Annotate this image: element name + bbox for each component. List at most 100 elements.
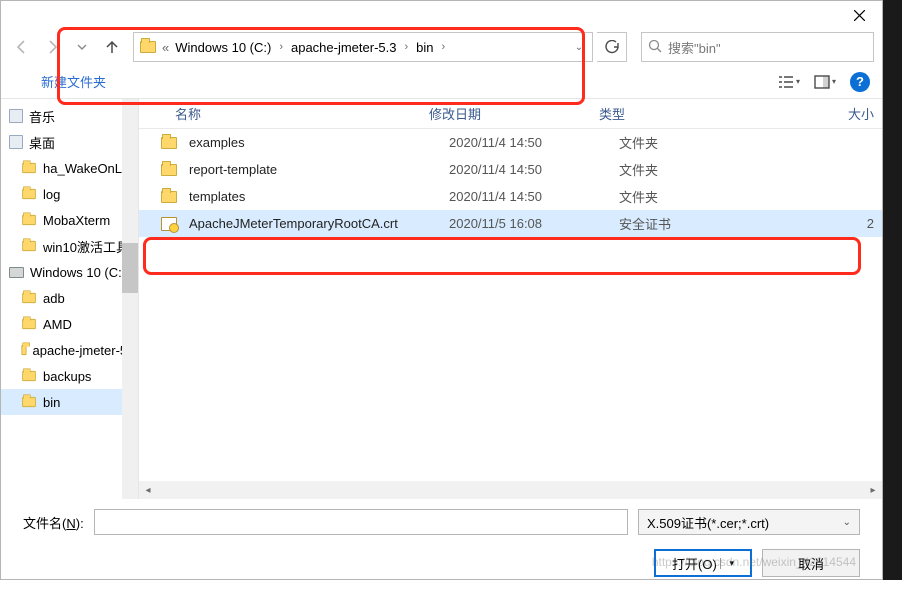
- chevron-right-icon[interactable]: ›: [438, 41, 450, 53]
- col-header-type[interactable]: 类型: [599, 104, 739, 123]
- file-name: report-template: [189, 162, 449, 177]
- refresh-button[interactable]: [597, 32, 627, 62]
- tree-item[interactable]: adb: [1, 285, 138, 311]
- filetype-select[interactable]: X.509证书(*.cer;*.crt) ⌄: [638, 509, 860, 535]
- list-hscroll[interactable]: ◂ ▸: [139, 481, 882, 499]
- tree-item[interactable]: 音乐: [1, 103, 138, 129]
- tree-item-label: win10激活工具: [43, 237, 129, 256]
- tree-item[interactable]: backups: [1, 363, 138, 389]
- folder-icon: [22, 293, 36, 303]
- tree-item[interactable]: bin: [1, 389, 138, 415]
- file-date: 2020/11/4 14:50: [449, 162, 619, 177]
- open-button[interactable]: 打开(O) ▾: [654, 549, 752, 577]
- tree-item-label: log: [43, 187, 60, 202]
- certificate-icon: [161, 217, 177, 231]
- body-split: 音乐桌面 ha_WakeOnLanlog MobaXterm win10激活工具 Win…: [1, 99, 882, 499]
- tree-item-label: Windows 10 (C:): [30, 265, 126, 280]
- back-button[interactable]: [9, 34, 35, 60]
- tree-item[interactable]: AMD: [1, 311, 138, 337]
- up-button[interactable]: [99, 34, 125, 60]
- nav-tree[interactable]: 音乐桌面 ha_WakeOnLanlog MobaXterm win10激活工具 Win…: [1, 99, 139, 499]
- file-type: 文件夹: [619, 160, 759, 179]
- folder-icon: [22, 371, 36, 381]
- file-row[interactable]: templates2020/11/4 14:50文件夹: [139, 183, 882, 210]
- crumb-2[interactable]: bin: [414, 40, 435, 55]
- file-type: 安全证书: [619, 214, 759, 233]
- folder-icon: [22, 397, 36, 407]
- close-icon: [854, 10, 865, 21]
- scroll-right-icon[interactable]: ▸: [864, 481, 882, 499]
- recent-dropdown[interactable]: [69, 34, 95, 60]
- address-bar[interactable]: « Windows 10 (C:) › apache-jmeter-5.3 › …: [133, 32, 593, 62]
- file-name: ApacheJMeterTemporaryRootCA.crt: [189, 216, 449, 231]
- crumb-0[interactable]: Windows 10 (C:): [173, 40, 273, 55]
- disk-icon: [9, 267, 24, 278]
- folder-icon: [22, 215, 36, 225]
- tree-item-label: adb: [43, 291, 65, 306]
- tree-item[interactable]: log: [1, 181, 138, 207]
- folder-icon: [22, 319, 36, 329]
- file-row[interactable]: ApacheJMeterTemporaryRootCA.crt2020/11/5…: [139, 210, 882, 237]
- folder-icon: [22, 163, 36, 173]
- file-size: 2: [759, 216, 882, 231]
- address-folder-icon: [138, 37, 158, 57]
- forward-button[interactable]: [39, 34, 65, 60]
- help-button[interactable]: ?: [850, 72, 870, 92]
- file-list: 名称 修改日期 类型 大小 examples2020/11/4 14:50文件夹…: [139, 99, 882, 499]
- preview-pane-button[interactable]: ▾: [814, 74, 836, 90]
- tree-item[interactable]: Windows 10 (C:): [1, 259, 138, 285]
- breadcrumbs: « Windows 10 (C:) › apache-jmeter-5.3 › …: [160, 40, 449, 55]
- file-name: examples: [189, 135, 449, 150]
- preview-icon: [814, 74, 830, 90]
- chevron-right-icon[interactable]: ›: [275, 41, 287, 53]
- col-header-date[interactable]: 修改日期: [429, 104, 599, 123]
- cancel-button[interactable]: 取消: [762, 549, 860, 577]
- toolbar: 新建文件夹 ▾ ▾ ?: [1, 65, 882, 99]
- folder-icon: [161, 164, 177, 176]
- generic-icon: [9, 109, 23, 123]
- close-button[interactable]: [836, 1, 882, 29]
- folder-icon: [161, 191, 177, 203]
- file-row[interactable]: examples2020/11/4 14:50文件夹: [139, 129, 882, 156]
- filename-label: 文件名(N):: [23, 513, 84, 532]
- triangle-down-icon: ▾: [796, 77, 800, 86]
- help-icon: ?: [856, 74, 864, 89]
- file-name: templates: [189, 189, 449, 204]
- folder-icon: [140, 41, 156, 53]
- tree-item[interactable]: MobaXterm: [1, 207, 138, 233]
- tree-item[interactable]: ha_WakeOnLan: [1, 155, 138, 181]
- tree-scrollbar-thumb[interactable]: [122, 243, 138, 293]
- folder-icon: [22, 241, 36, 251]
- nav-row: « Windows 10 (C:) › apache-jmeter-5.3 › …: [1, 29, 882, 65]
- chevron-down-icon: ⌄: [843, 517, 851, 528]
- search-input[interactable]: 搜索"bin": [641, 32, 874, 62]
- file-row[interactable]: report-template2020/11/4 14:50文件夹: [139, 156, 882, 183]
- filename-input[interactable]: [94, 509, 628, 535]
- tree-item[interactable]: win10激活工具: [1, 233, 138, 259]
- chevron-right-icon[interactable]: ›: [400, 41, 412, 53]
- view-details-button[interactable]: ▾: [778, 74, 800, 90]
- refresh-icon: [605, 40, 619, 54]
- crumb-1[interactable]: apache-jmeter-5.3: [289, 40, 399, 55]
- tree-item[interactable]: 桌面: [1, 129, 138, 155]
- search-icon: [648, 39, 662, 56]
- footer: 文件名(N): X.509证书(*.cer;*.crt) ⌄ 打开(O) ▾ 取…: [1, 499, 882, 591]
- tree-item-label: 音乐: [29, 107, 55, 126]
- arrow-left-icon: [14, 39, 30, 55]
- col-header-size[interactable]: 大小: [739, 104, 882, 123]
- tree-item[interactable]: apache-jmeter-5.3: [1, 337, 138, 363]
- tree-scrollbar-track[interactable]: [122, 99, 138, 499]
- col-header-name[interactable]: 名称: [139, 104, 429, 123]
- address-dropdown[interactable]: ⌄: [570, 42, 588, 53]
- filetype-value: X.509证书(*.cer;*.crt): [647, 513, 769, 532]
- split-chevron-icon: ▾: [720, 558, 734, 569]
- tree-item-label: backups: [43, 369, 91, 384]
- new-folder-button[interactable]: 新建文件夹: [41, 72, 106, 91]
- hscroll-track[interactable]: [157, 483, 864, 497]
- tree-item-label: 桌面: [29, 133, 55, 152]
- file-date: 2020/11/4 14:50: [449, 189, 619, 204]
- scroll-left-icon[interactable]: ◂: [139, 481, 157, 499]
- arrow-up-icon: [104, 39, 120, 55]
- outer-right-bar: [883, 0, 902, 580]
- file-date: 2020/11/5 16:08: [449, 216, 619, 231]
